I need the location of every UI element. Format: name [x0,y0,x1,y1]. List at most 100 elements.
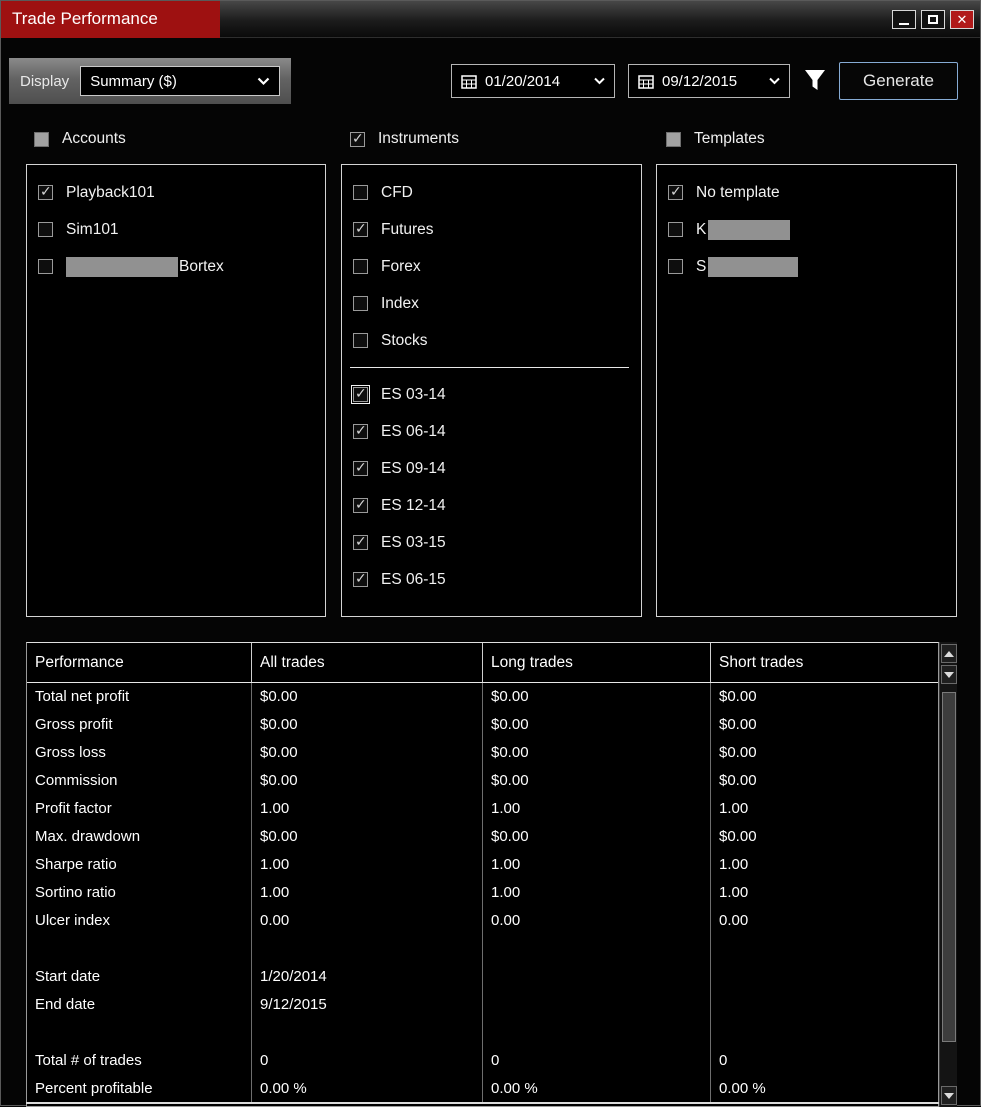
account-checkbox[interactable] [38,259,53,274]
table-vertical-scrollbar[interactable] [939,642,957,1107]
column-header-long-trades[interactable]: Long trades [483,643,711,682]
template-checkbox[interactable] [668,222,683,237]
table-row: Max. drawdown $0.00 $0.00 $0.00 [27,823,938,851]
template-item-redacted-1[interactable]: K [657,211,956,248]
instrument-checkbox[interactable] [353,296,368,311]
column-header-all-trades[interactable]: All trades [252,643,483,682]
cell-long-trades: 0 [483,1047,711,1075]
generate-button[interactable]: Generate [839,62,958,100]
accounts-checkbox[interactable] [34,131,49,147]
scroll-down-button[interactable] [941,1086,957,1105]
contract-checkbox[interactable] [353,533,368,550]
cell-all-trades: 0.00 [252,907,483,935]
table-body: Total net profit $0.00 $0.00 $0.00 Gross… [27,683,938,1103]
account-checkbox[interactable] [38,183,53,200]
instrument-checkbox[interactable] [353,220,368,237]
cell-all-trades: $0.00 [252,739,483,767]
account-item-redacted[interactable]: Bortex [27,248,325,285]
cell-all-trades: $0.00 [252,823,483,851]
contract-checkbox[interactable] [353,570,368,587]
contract-item-es-03-15[interactable]: ES 03-15 [342,524,641,561]
contract-label: ES 03-15 [381,533,446,551]
instrument-checkbox[interactable] [353,333,368,348]
account-item-label: Bortex [66,256,224,277]
maximize-icon [928,15,938,24]
display-dropdown[interactable]: Summary ($) [80,66,280,96]
instrument-label: Futures [381,220,434,238]
minimize-button[interactable] [892,10,916,29]
row-label: Total # of trades [27,1047,252,1075]
template-label: No template [696,183,780,201]
scroll-down-button-top[interactable] [941,665,957,684]
date-to-value: 09/12/2015 [662,72,738,90]
contract-item-es-06-14[interactable]: ES 06-14 [342,413,641,450]
cell-short-trades: $0.00 [719,744,757,761]
contract-checkbox[interactable] [351,385,370,404]
template-item-redacted-2[interactable]: S [657,248,956,285]
maximize-button[interactable] [921,10,945,29]
templates-label: Templates [694,130,765,147]
calendar-icon [638,74,654,89]
instrument-type-stocks[interactable]: Stocks [342,322,641,359]
cell-short-trades: 0.00 % [719,1080,766,1097]
contract-checkbox[interactable] [353,422,368,439]
table-bottom-edge [26,1102,939,1104]
templates-checkbox[interactable] [666,131,681,147]
chevron-down-icon [769,77,780,85]
titlebar[interactable]: Trade Performance ✕ [1,1,980,38]
account-item-label: Playback101 [66,183,155,201]
date-to-picker[interactable]: 09/12/2015 [628,64,790,98]
row-label: Gross loss [27,739,252,767]
trade-performance-window: Trade Performance ✕ Display Summary ($) [0,0,981,1107]
minimize-icon [899,23,909,25]
contract-item-es-12-14[interactable]: ES 12-14 [342,487,641,524]
template-item-no-template[interactable]: No template [657,174,956,211]
cell-all-trades: $0.00 [252,683,483,711]
display-panel: Display Summary ($) [9,58,291,104]
instrument-type-index[interactable]: Index [342,285,641,322]
cell-all-trades: 1/20/2014 [252,963,483,991]
cell-short-trades: 1.00 [719,884,749,901]
close-icon: ✕ [956,12,968,27]
instrument-checkbox[interactable] [353,185,368,200]
template-label: K [696,219,791,240]
row-label [27,935,252,963]
template-checkbox[interactable] [668,183,683,200]
column-header-short-trades[interactable]: Short trades [711,643,938,682]
close-button[interactable]: ✕ [950,10,974,29]
instrument-type-futures[interactable]: Futures [342,211,641,248]
instrument-checkbox[interactable] [353,259,368,274]
instrument-type-cfd[interactable]: CFD [342,174,641,211]
account-item-sim101[interactable]: Sim101 [27,211,325,248]
account-item-playback101[interactable]: Playback101 [27,174,325,211]
contract-checkbox[interactable] [353,459,368,476]
scrollbar-thumb[interactable] [942,692,956,1042]
column-header-performance[interactable]: Performance [27,643,252,682]
contract-checkbox[interactable] [353,496,368,513]
cell-short-trades: $0.00 [719,688,757,705]
contract-item-es-06-15[interactable]: ES 06-15 [342,561,641,598]
accounts-list: Playback101 Sim101 Bortex [26,164,326,617]
instruments-checkbox[interactable] [350,130,365,147]
row-label: Sortino ratio [27,879,252,907]
accounts-label: Accounts [62,130,126,147]
instruments-list: CFD Futures Forex Index Stocks ES 03-14 … [341,164,642,617]
template-checkbox[interactable] [668,259,683,274]
scroll-up-button[interactable] [941,644,957,663]
cell-short-trades: 0.00 [719,912,749,929]
account-checkbox[interactable] [38,222,53,237]
cell-short-trades: 1.00 [719,856,749,873]
table-row: Total # of trades 0 0 0 [27,1047,938,1075]
table-row: Percent profitable 0.00 % 0.00 % 0.00 % [27,1075,938,1103]
cell-long-trades: 1.00 [483,851,711,879]
contract-item-es-09-14[interactable]: ES 09-14 [342,450,641,487]
contract-item-es-03-14[interactable]: ES 03-14 [342,376,641,413]
table-row [27,935,938,963]
cell-short-trades [711,963,938,991]
instrument-label: Stocks [381,331,428,349]
table-row: Commission $0.00 $0.00 $0.00 [27,767,938,795]
cell-short-trades: $0.00 [719,716,757,733]
date-from-picker[interactable]: 01/20/2014 [451,64,615,98]
filter-icon[interactable] [804,69,826,93]
instrument-type-forex[interactable]: Forex [342,248,641,285]
